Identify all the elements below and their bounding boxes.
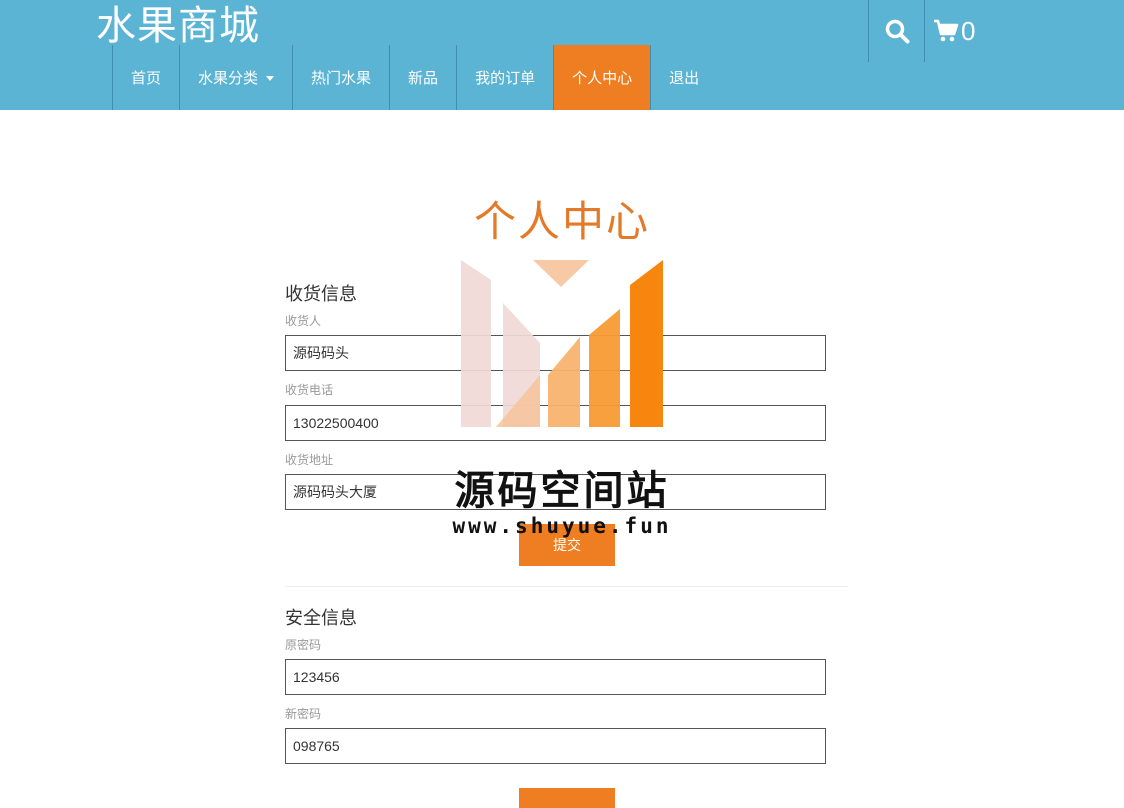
nav-my-orders[interactable]: 我的订单 [456,45,553,110]
old-password-label: 原密码 [285,638,322,652]
brand-logo[interactable]: 水果商城 [96,2,260,50]
header-tools: 0 [868,0,980,62]
page-title: 个人中心 [473,197,650,246]
watermark-text: 源码空间站 [454,468,670,514]
section-divider [285,586,848,587]
shipping-section-title: 收货信息 [285,284,357,305]
chevron-down-icon [266,76,275,81]
submit-label: 提交 [553,538,581,554]
new-password-input[interactable] [285,728,826,764]
nav-home-label: 首页 [131,69,162,87]
old-password-input[interactable] [285,659,826,695]
search-icon [885,19,909,44]
main-nav: 首页 水果分类 热门水果 新品 我的订单 个人中心 退出 [112,45,717,110]
nav-hot-fruit[interactable]: 热门水果 [292,45,389,110]
watermark-url: www.shuyue.fun [452,514,672,538]
new-password-label: 新密码 [285,707,322,721]
watermark-logo [461,260,663,427]
receiver-label: 收货人 [285,314,322,328]
nav-category-label: 水果分类 [198,69,259,87]
nav-logout-label: 退出 [669,69,700,87]
nav-fruit-category-dropdown[interactable]: 水果分类 [179,45,292,110]
phone-label: 收货电话 [285,383,334,397]
cart-icon [934,19,959,42]
nav-hot-label: 热门水果 [311,69,372,87]
nav-home[interactable]: 首页 [112,45,179,110]
nav-user-center-label: 个人中心 [572,69,633,87]
cart-button[interactable]: 0 [924,0,980,62]
nav-user-center[interactable]: 个人中心 [553,45,651,110]
top-navbar: 水果商城 0 首页 水果分类 热门水果 新品 我的订单 个人中心 退出 [0,0,1124,110]
nav-logout[interactable]: 退出 [650,45,717,110]
security-section-title: 安全信息 [285,608,357,629]
security-submit-button[interactable] [519,788,615,808]
nav-orders-label: 我的订单 [475,69,536,87]
nav-new-products[interactable]: 新品 [389,45,456,110]
nav-new-label: 新品 [408,69,439,87]
cart-count-badge: 0 [961,16,976,46]
search-button[interactable] [868,0,924,62]
